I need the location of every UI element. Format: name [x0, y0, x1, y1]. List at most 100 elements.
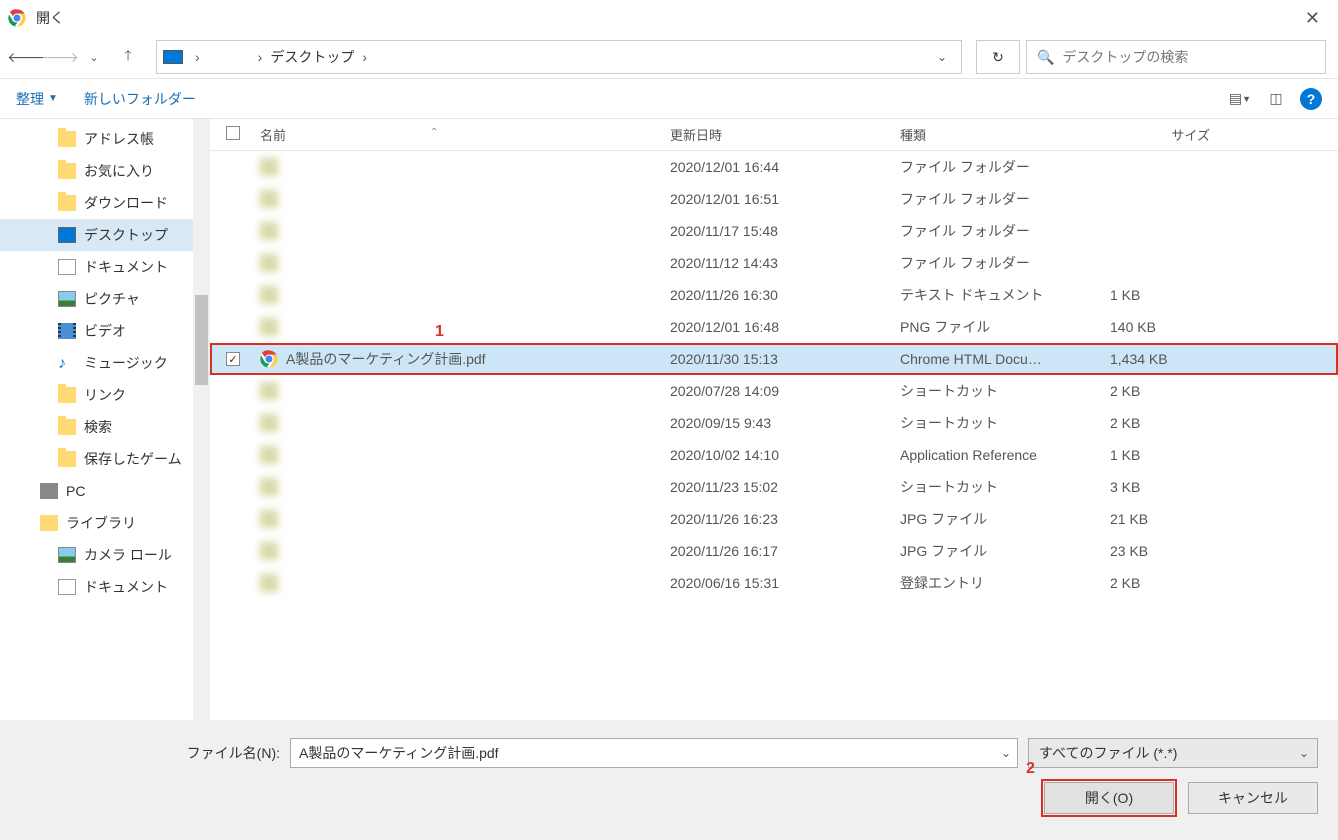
sidebar-item-7[interactable]: ♪ ミュージック [0, 347, 210, 379]
file-icon [260, 574, 278, 592]
file-name [286, 573, 398, 593]
sidebar-item-8[interactable]: リンク [0, 379, 210, 411]
chevron-right-icon[interactable]: › [189, 49, 206, 65]
address-bar[interactable]: › › デスクトップ › ⌄ [156, 40, 962, 74]
file-size: 23 KB [1110, 543, 1230, 559]
file-name [286, 253, 342, 273]
sidebar-item-1[interactable]: お気に入り [0, 155, 210, 187]
file-row[interactable]: 2020/06/16 15:31登録エントリ2 KB [210, 567, 1338, 599]
cancel-button[interactable]: キャンセル [1188, 782, 1318, 814]
chevron-down-icon[interactable]: ⌄ [929, 50, 955, 64]
sidebar-item-label: お気に入り [84, 161, 154, 181]
sidebar-item-13[interactable]: カメラ ロール [0, 539, 210, 571]
pc-icon [40, 483, 58, 499]
file-row[interactable]: 2020/10/02 14:10Application Reference1 K… [210, 439, 1338, 471]
preview-pane-icon[interactable]: ◫ [1262, 85, 1290, 113]
sidebar-item-10[interactable]: 保存したゲーム [0, 443, 210, 475]
file-date: 2020/12/01 16:44 [670, 159, 900, 175]
sidebar-scrollbar[interactable] [193, 119, 210, 720]
sidebar-item-3[interactable]: デスクトップ [0, 219, 210, 251]
chrome-icon [260, 350, 278, 368]
file-row[interactable]: 2020/11/17 15:48ファイル フォルダー [210, 215, 1338, 247]
breadcrumb-desktop[interactable]: デスクトップ [268, 47, 356, 67]
column-date[interactable]: 更新日時 [670, 125, 900, 144]
file-type: ショートカット [900, 477, 1110, 497]
column-name[interactable]: 名前⌃ [250, 125, 670, 144]
file-name [286, 477, 356, 497]
file-type: テキスト ドキュメント [900, 285, 1110, 305]
open-button[interactable]: 開く(O) [1044, 782, 1174, 814]
column-type[interactable]: 種類 [900, 125, 1110, 144]
annotation-1: 1 [435, 323, 444, 341]
column-size[interactable]: サイズ [1110, 125, 1230, 144]
new-folder-button[interactable]: 新しいフォルダー [84, 89, 196, 109]
chevron-down-icon[interactable]: ⌄ [1299, 746, 1309, 760]
file-row[interactable]: 2020/11/26 16:23JPG ファイル21 KB [210, 503, 1338, 535]
sidebar-item-0[interactable]: アドレス帳 [0, 123, 210, 155]
file-icon [260, 446, 278, 464]
breadcrumb-user[interactable] [206, 47, 252, 67]
sidebar-item-4[interactable]: ドキュメント [0, 251, 210, 283]
file-row[interactable]: 2020/11/26 16:30テキスト ドキュメント1 KB [210, 279, 1338, 311]
folder-icon [58, 195, 76, 211]
file-row[interactable]: 2020/12/01 16:48PNG ファイル140 KB [210, 311, 1338, 343]
view-options-icon[interactable]: ▤ ▼ [1226, 85, 1254, 113]
sidebar-item-label: 検索 [84, 417, 112, 437]
file-row[interactable]: 2020/11/12 14:43ファイル フォルダー [210, 247, 1338, 279]
recent-dropdown-icon[interactable]: ⌄ [80, 43, 108, 71]
sidebar-item-5[interactable]: ピクチャ [0, 283, 210, 315]
filename-input[interactable]: A製品のマーケティング計画.pdf ⌄ [290, 738, 1018, 768]
chevron-right-icon[interactable]: › [252, 49, 269, 65]
select-all-checkbox[interactable] [226, 126, 240, 140]
column-headers: 名前⌃ 更新日時 種類 サイズ [210, 119, 1338, 151]
file-row[interactable]: 2020/11/26 16:17JPG ファイル23 KB [210, 535, 1338, 567]
sidebar-item-label: ピクチャ [84, 289, 140, 309]
sidebar-item-11[interactable]: PC [0, 475, 210, 507]
file-row[interactable]: 2020/07/28 14:09ショートカット2 KB [210, 375, 1338, 407]
file-size: 1 KB [1110, 287, 1230, 303]
search-input[interactable]: 🔍 デスクトップの検索 [1026, 40, 1326, 74]
file-date: 2020/07/28 14:09 [670, 383, 900, 399]
file-type-filter[interactable]: すべてのファイル (*.*) ⌄ [1028, 738, 1318, 768]
help-icon[interactable]: ? [1300, 88, 1322, 110]
annotation-2: 2 [1026, 760, 1035, 778]
sidebar-item-2[interactable]: ダウンロード [0, 187, 210, 219]
file-row[interactable]: ✓A製品のマーケティング計画.pdf2020/11/30 15:13Chrome… [210, 343, 1338, 375]
close-icon[interactable]: ✕ [1295, 4, 1330, 33]
sidebar-item-12[interactable]: ライブラリ [0, 507, 210, 539]
organize-button[interactable]: 整理▼ [16, 89, 58, 109]
file-size: 21 KB [1110, 511, 1230, 527]
doc-icon [58, 579, 76, 595]
chevron-right-icon[interactable]: › [356, 49, 373, 65]
file-row[interactable]: 2020/12/01 16:51ファイル フォルダー [210, 183, 1338, 215]
file-row[interactable]: 2020/11/23 15:02ショートカット3 KB [210, 471, 1338, 503]
music-icon: ♪ [58, 355, 76, 371]
forward-button[interactable]: 🡒 [46, 43, 74, 71]
photo-icon [58, 547, 76, 563]
chevron-down-icon[interactable]: ⌄ [1001, 746, 1011, 760]
file-row[interactable]: 2020/09/15 9:43ショートカット2 KB [210, 407, 1338, 439]
sidebar-item-14[interactable]: ドキュメント [0, 571, 210, 603]
folder-icon [58, 163, 76, 179]
file-date: 2020/10/02 14:10 [670, 447, 900, 463]
folder-icon [58, 387, 76, 403]
sidebar-item-9[interactable]: 検索 [0, 411, 210, 443]
file-name [286, 413, 314, 433]
sidebar-item-6[interactable]: ビデオ [0, 315, 210, 347]
file-icon [260, 542, 278, 560]
file-icon [260, 414, 278, 432]
nav-row: 🡐 🡒 ⌄ 🡑 › › デスクトップ › ⌄ ↻ 🔍 デスクトップの検索 [0, 36, 1338, 78]
window-title: 開く [36, 8, 1295, 28]
back-button[interactable]: 🡐 [12, 43, 40, 71]
file-type: ファイル フォルダー [900, 189, 1110, 209]
file-row[interactable]: 2020/12/01 16:44ファイル フォルダー [210, 151, 1338, 183]
file-name [286, 541, 370, 561]
file-name [286, 157, 328, 177]
file-type: JPG ファイル [900, 509, 1110, 529]
refresh-button[interactable]: ↻ [976, 40, 1020, 74]
up-button[interactable]: 🡑 [114, 43, 142, 71]
file-type: ショートカット [900, 381, 1110, 401]
sidebar-item-label: リンク [84, 385, 126, 405]
row-checkbox[interactable]: ✓ [226, 352, 240, 366]
sidebar-item-label: ミュージック [84, 353, 168, 373]
